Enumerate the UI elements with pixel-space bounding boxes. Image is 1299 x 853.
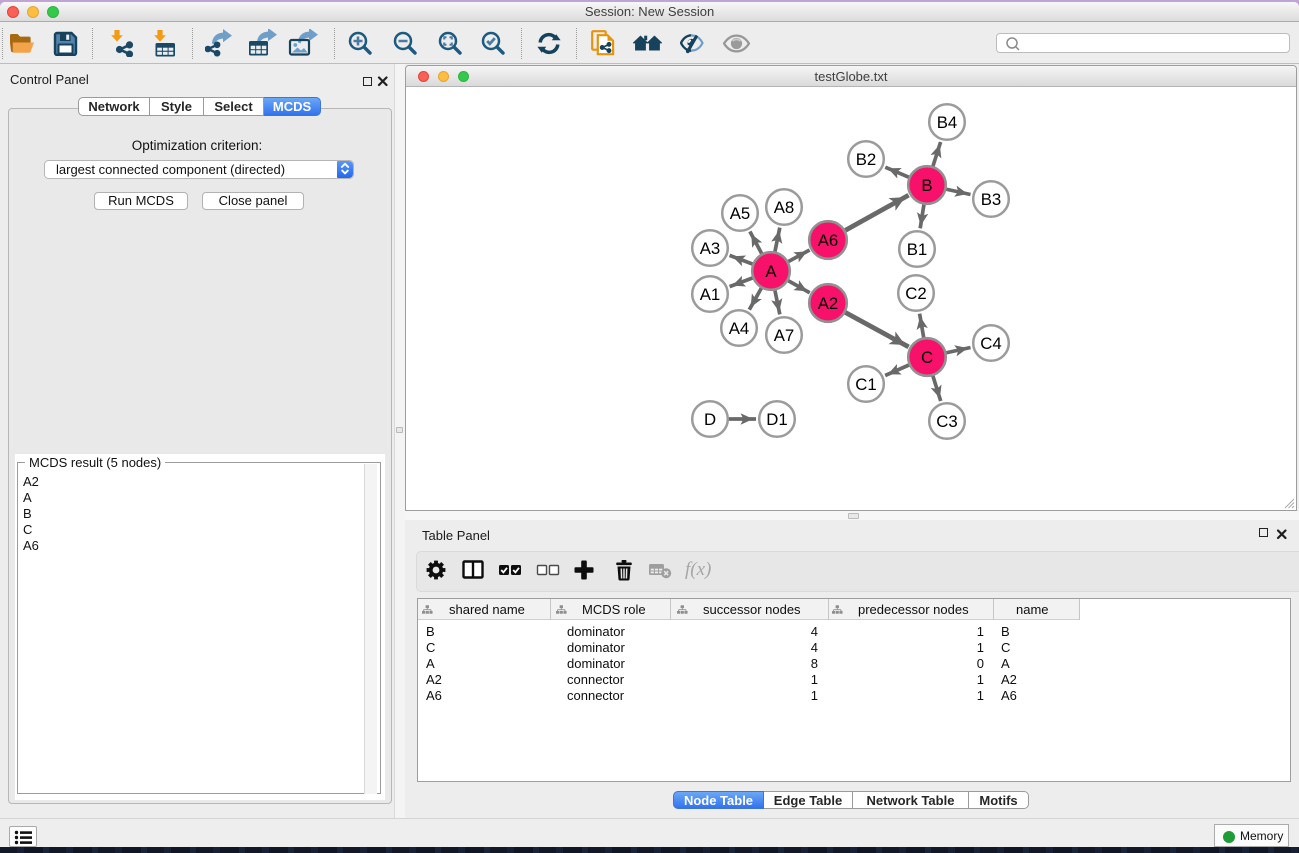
svg-text:B2: B2 xyxy=(856,150,877,169)
svg-text:B3: B3 xyxy=(981,190,1002,209)
svg-text:B1: B1 xyxy=(907,240,928,259)
svg-text:C1: C1 xyxy=(855,375,876,394)
svg-text:A5: A5 xyxy=(730,204,751,223)
svg-text:D1: D1 xyxy=(766,410,787,429)
svg-text:A6: A6 xyxy=(818,231,839,250)
svg-text:C3: C3 xyxy=(936,412,957,431)
svg-text:C4: C4 xyxy=(980,334,1001,353)
svg-text:A7: A7 xyxy=(774,326,795,345)
svg-text:B4: B4 xyxy=(937,113,958,132)
svg-text:D: D xyxy=(704,410,716,429)
svg-text:A2: A2 xyxy=(818,294,839,313)
svg-text:A4: A4 xyxy=(729,319,750,338)
svg-text:A3: A3 xyxy=(700,239,721,258)
svg-text:C2: C2 xyxy=(905,284,926,303)
svg-text:C: C xyxy=(921,348,933,367)
svg-text:A8: A8 xyxy=(774,198,795,217)
svg-text:A1: A1 xyxy=(700,285,721,304)
svg-text:A: A xyxy=(765,262,777,281)
svg-text:B: B xyxy=(921,176,932,195)
